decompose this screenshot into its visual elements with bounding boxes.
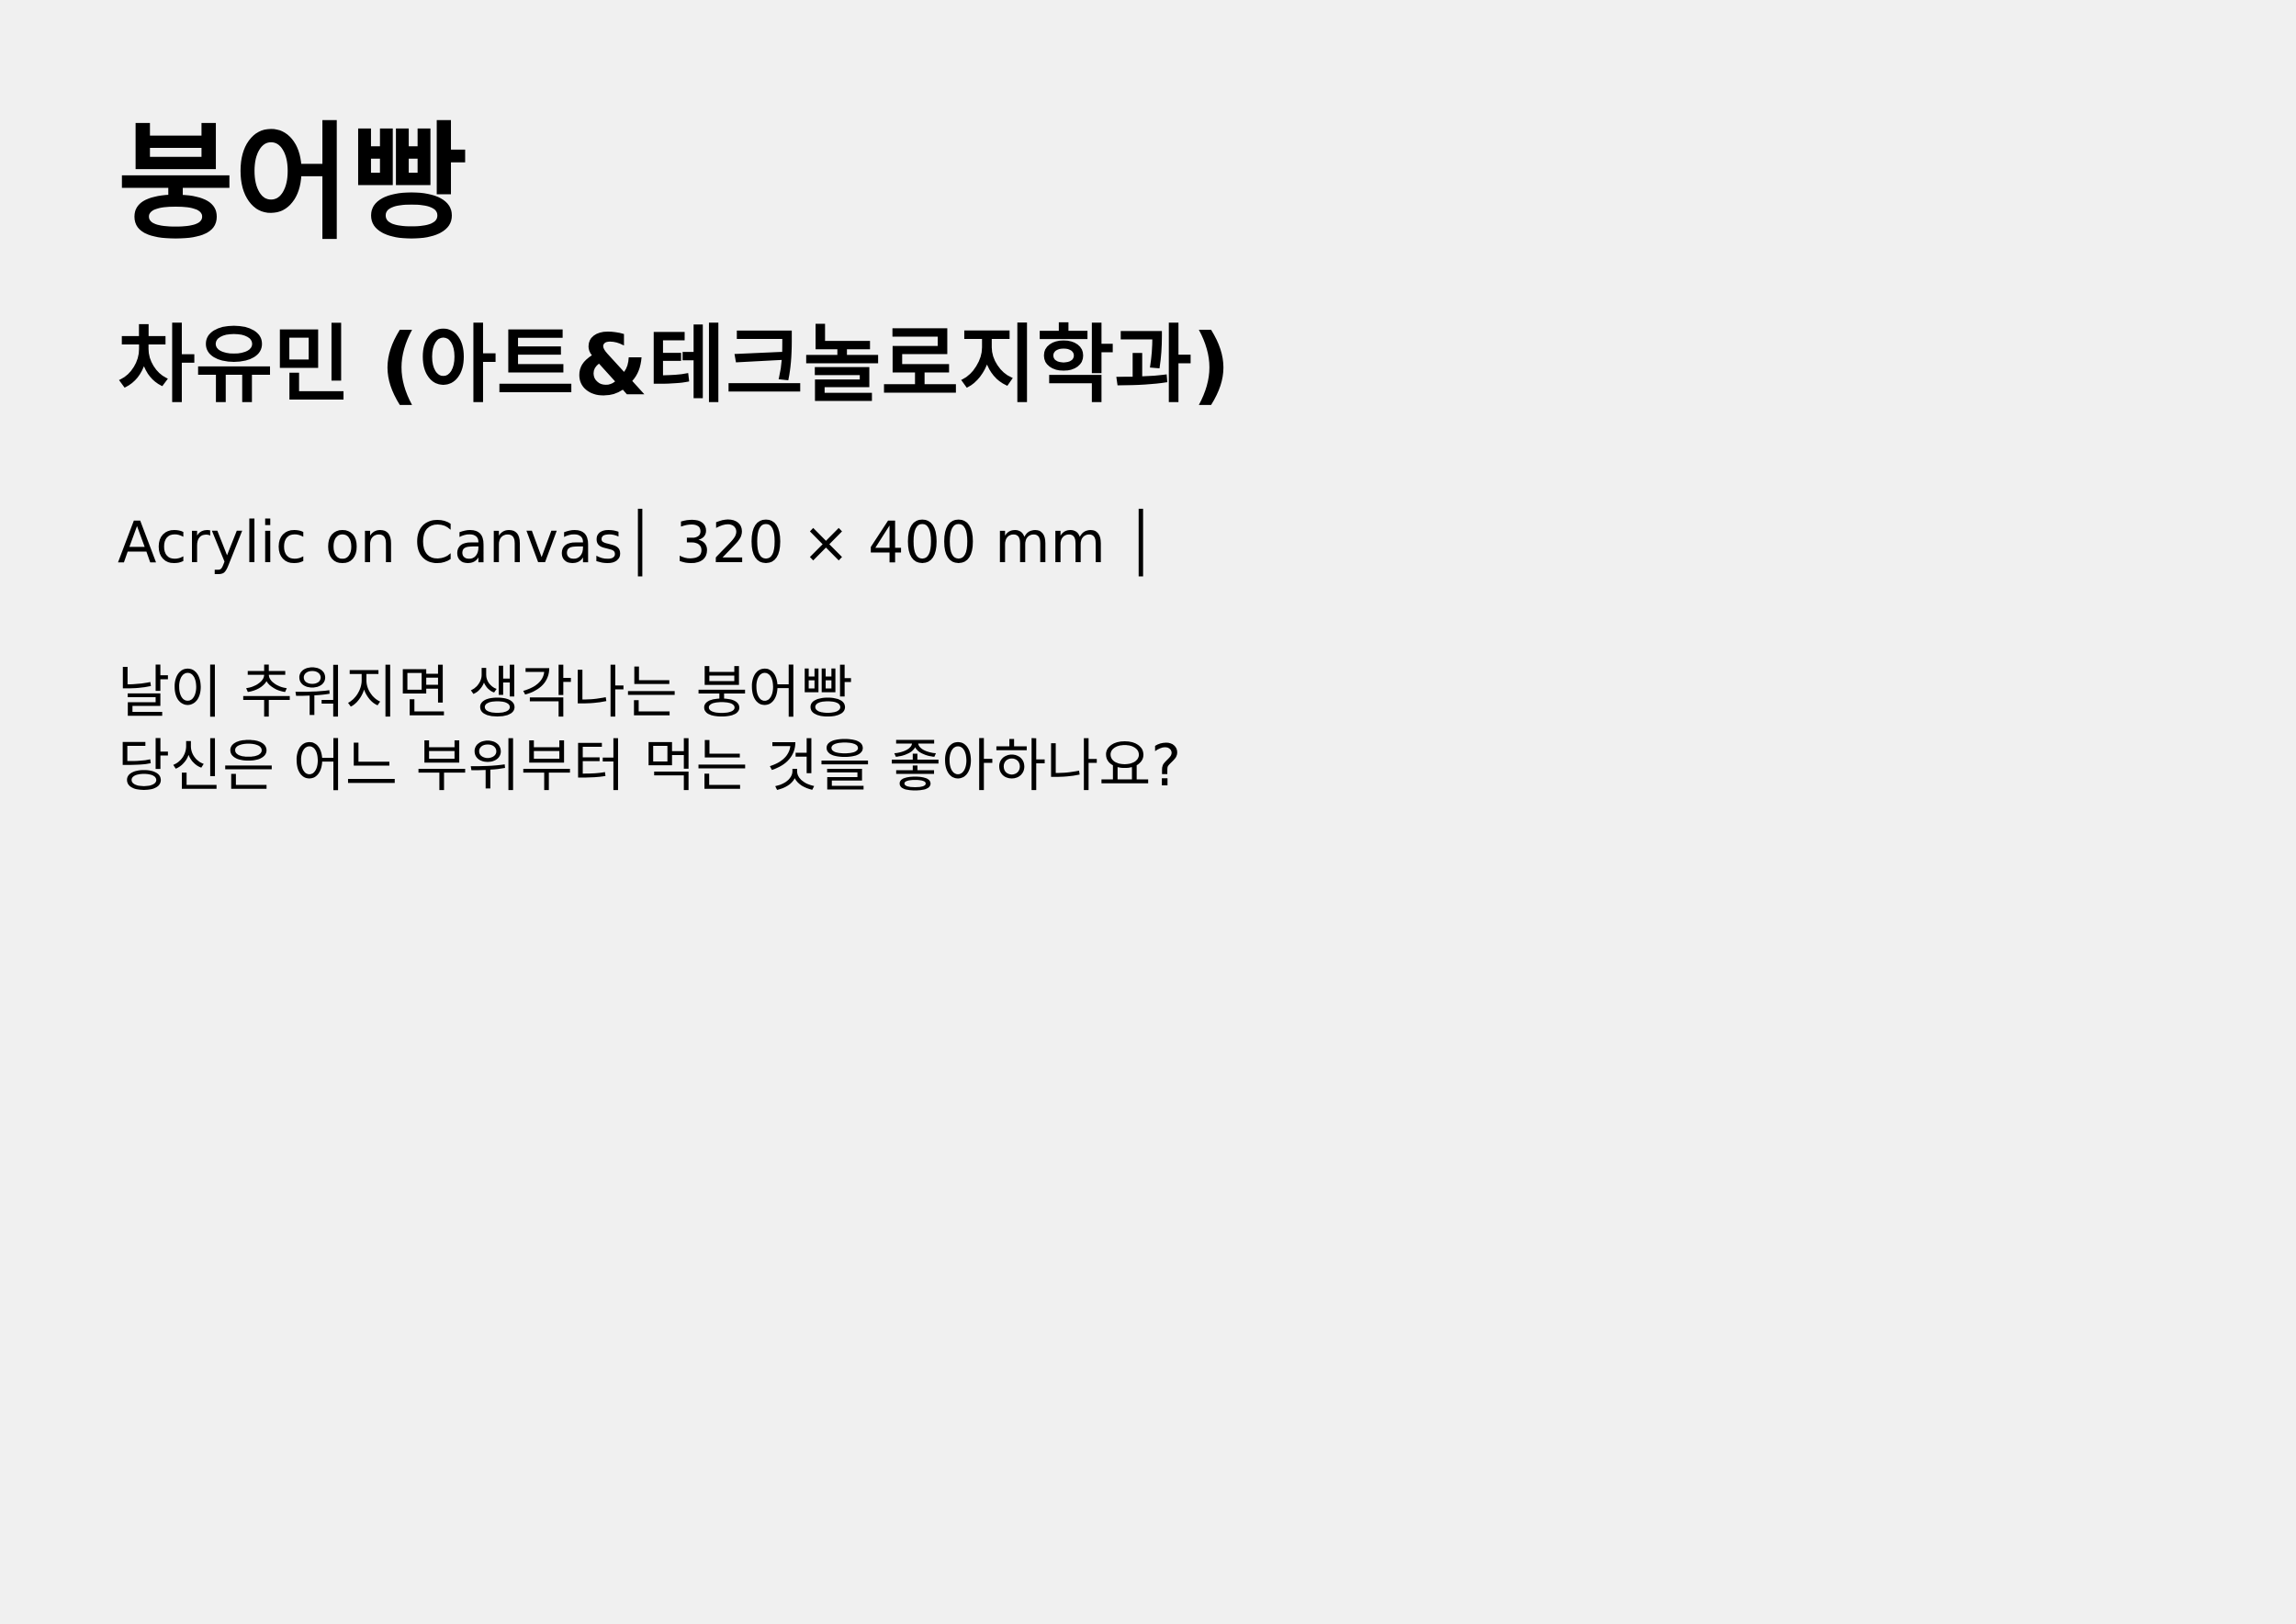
description-line-2: 당신은 어느 부위부터 먹는 것을 좋아하나요? <box>118 732 1182 799</box>
artist-name: 차유민 (아트&테크놀로지학과) <box>118 316 1232 414</box>
artwork-description: 날이 추워지면 생각나는 붕어빵 당신은 어느 부위부터 먹는 것을 좋아하나요… <box>118 656 1181 803</box>
artwork-label-page: 붕어빵 차유민 (아트&테크놀로지학과) Acrylic on Canvas│ … <box>0 0 2296 1624</box>
description-line-1: 날이 추워지면 생각나는 붕어빵 <box>118 659 853 726</box>
artwork-title: 붕어빵 <box>118 109 467 257</box>
medium-dimensions: Acrylic on Canvas│ 320 × 400 mm │ <box>118 509 1158 576</box>
